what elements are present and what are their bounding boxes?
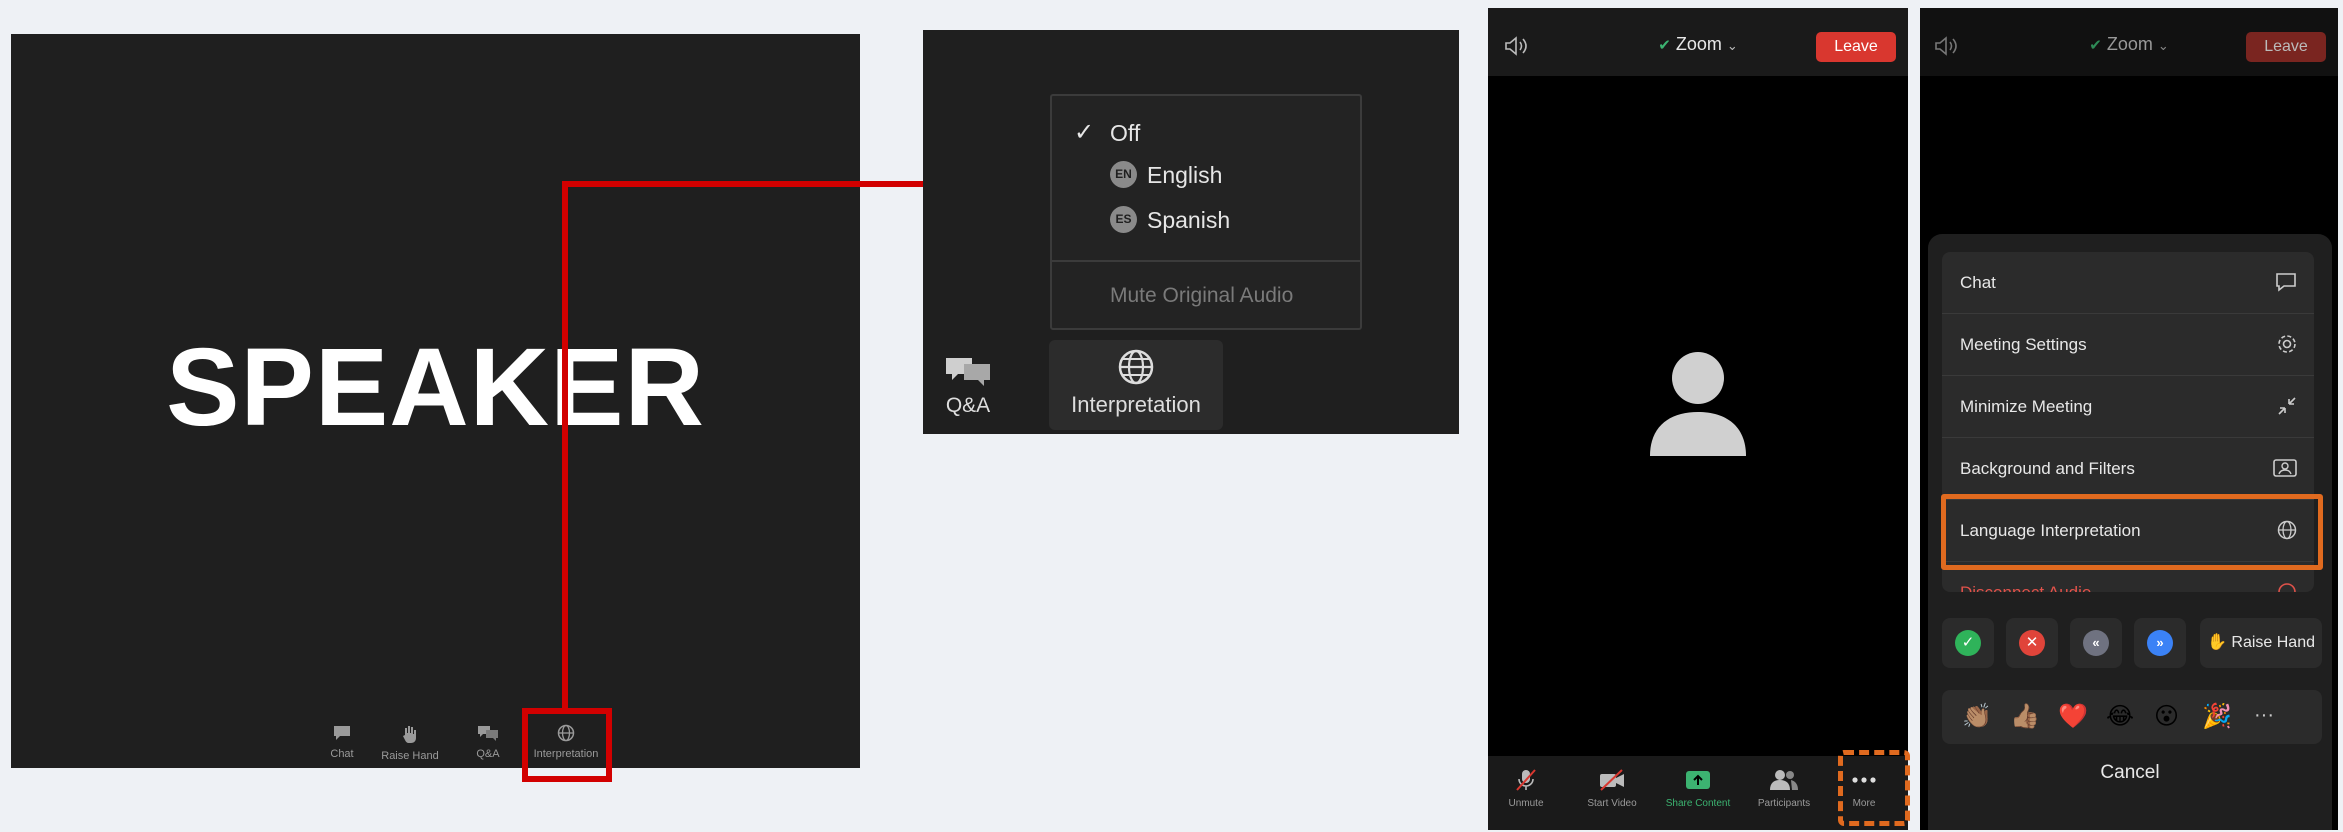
start-video-button[interactable]: Start Video [1574, 768, 1650, 809]
heart-emoji[interactable]: ❤️ [2058, 702, 2088, 731]
checkmark-icon: ✓ [1074, 119, 1095, 146]
hand-icon [403, 726, 416, 743]
interpretation-menu-panel: ✓ Off EN English ES Spanish Mute Origina… [923, 30, 1459, 434]
cancel-button[interactable]: Cancel [1928, 762, 2332, 784]
language-interpretation-highlight-box [1941, 494, 2323, 570]
disconnect-icon [2278, 583, 2296, 592]
mic-off-icon [1516, 769, 1536, 791]
qa-label: Q&A [945, 394, 991, 417]
start-video-label: Start Video [1587, 798, 1637, 809]
more-highlight-box [1838, 750, 1910, 826]
shield-check-icon: ✔ [1658, 37, 1671, 54]
meeting-title-label: Zoom [2106, 34, 2153, 54]
thumbs-up-emoji[interactable]: 👍🏽 [2010, 702, 2040, 731]
unmute-button[interactable]: Unmute [1488, 768, 1564, 809]
avatar-placeholder-icon [1650, 352, 1746, 456]
globe-icon [1118, 349, 1154, 385]
video-off-icon [1600, 769, 1624, 791]
toolbar-chat-label: Chat [330, 748, 354, 760]
menu-item-spanish[interactable]: Spanish [1147, 207, 1230, 234]
slower-icon: « [2083, 630, 2109, 656]
menu-item-mute-original-audio[interactable]: Mute Original Audio [1110, 284, 1293, 308]
participants-label: Participants [1757, 798, 1811, 809]
leave-button[interactable]: Leave [2246, 32, 2326, 62]
menu-item-minimize-meeting-label: Minimize Meeting [1960, 397, 2093, 416]
gear-icon [2278, 335, 2296, 353]
qa-button[interactable]: Q&A [937, 352, 999, 418]
interpretation-highlight-box [522, 708, 612, 782]
speaker-view-panel: SPEAKER Chat Raise Hand Q&A Interpretati… [11, 34, 860, 768]
menu-item-english[interactable]: English [1147, 162, 1222, 189]
menu-divider [1052, 260, 1360, 262]
raise-hand-button[interactable]: ✋ Raise Hand [2200, 618, 2322, 668]
share-icon [1686, 771, 1710, 789]
qa-icon [478, 726, 498, 741]
chat-icon [334, 726, 350, 740]
participants-icon [1770, 770, 1798, 790]
shield-check-icon: ✔ [2089, 37, 2102, 54]
menu-item-minimize-meeting[interactable]: Minimize Meeting [1942, 376, 2314, 438]
surprised-emoji[interactable]: 😮 [2154, 702, 2179, 731]
interpretation-label: Interpretation [1071, 392, 1201, 417]
emoji-reactions-bar: 👏🏽 👍🏽 ❤️ 😂 😮 🎉 ··· [1942, 690, 2322, 744]
laugh-emoji[interactable]: 😂 [2106, 702, 2134, 731]
menu-item-meeting-settings[interactable]: Meeting Settings [1942, 314, 2314, 376]
menu-item-background-and-filters-label: Background and Filters [1960, 459, 2135, 478]
mobile-meeting-panel: ✔ Zoom ⌄ Leave Unmute Start Video Share … [1488, 8, 1908, 830]
tada-emoji[interactable]: 🎉 [2202, 702, 2232, 731]
qa-icon [946, 358, 990, 386]
chevron-down-icon: ⌄ [2157, 38, 2169, 53]
menu-item-chat[interactable]: Chat [1942, 252, 2314, 314]
annotation-arrow-vertical [562, 181, 568, 711]
menu-item-chat-label: Chat [1960, 273, 1996, 292]
no-icon: ✕ [2019, 630, 2045, 656]
toolbar-qa-label: Q&A [476, 748, 500, 760]
reaction-faster-button[interactable]: » [2134, 618, 2186, 668]
clap-emoji[interactable]: 👏🏽 [1962, 702, 1992, 731]
speaker-label: SPEAKER [166, 326, 705, 449]
menu-item-meeting-settings-label: Meeting Settings [1960, 335, 2087, 354]
chat-icon [2276, 273, 2296, 292]
meeting-header-dimmed: ✔ Zoom ⌄ Leave [1920, 8, 2338, 76]
more-emoji-icon[interactable]: ··· [2254, 704, 2274, 727]
reaction-slower-button[interactable]: « [2070, 618, 2122, 668]
menu-item-disconnect-audio-label: Disconnect Audio [1960, 583, 2091, 592]
menu-item-off[interactable]: Off [1110, 120, 1140, 147]
toolbar-raise-hand-button[interactable]: Raise Hand [365, 724, 455, 762]
toolbar-qa-button[interactable]: Q&A [443, 724, 533, 760]
reaction-yes-button[interactable]: ✓ [1942, 618, 1994, 668]
reaction-no-button[interactable]: ✕ [2006, 618, 2058, 668]
leave-button[interactable]: Leave [1816, 32, 1896, 62]
menu-item-background-and-filters[interactable]: Background and Filters [1942, 438, 2314, 500]
share-content-button[interactable]: Share Content [1660, 768, 1736, 809]
toolbar-raise-hand-label: Raise Hand [381, 750, 439, 762]
unmute-label: Unmute [1508, 798, 1544, 809]
mobile-more-menu-panel: ✔ Zoom ⌄ Leave Chat Meeting Settings Min… [1920, 8, 2338, 830]
participants-button[interactable]: Participants [1746, 768, 1822, 809]
chevron-down-icon: ⌄ [1726, 38, 1738, 53]
share-content-label: Share Content [1665, 798, 1731, 809]
meeting-header: ✔ Zoom ⌄ Leave [1488, 8, 1908, 76]
faster-icon: » [2147, 630, 2173, 656]
minimize-icon [2278, 397, 2296, 415]
interpretation-button[interactable]: Interpretation [1049, 340, 1223, 430]
background-icon [2273, 459, 2297, 477]
interpretation-language-menu: ✓ Off EN English ES Spanish Mute Origina… [1050, 94, 1362, 330]
spanish-badge-icon: ES [1110, 206, 1137, 233]
meeting-title-label: Zoom [1675, 34, 1722, 54]
yes-icon: ✓ [1955, 630, 1981, 656]
english-badge-icon: EN [1110, 161, 1137, 188]
